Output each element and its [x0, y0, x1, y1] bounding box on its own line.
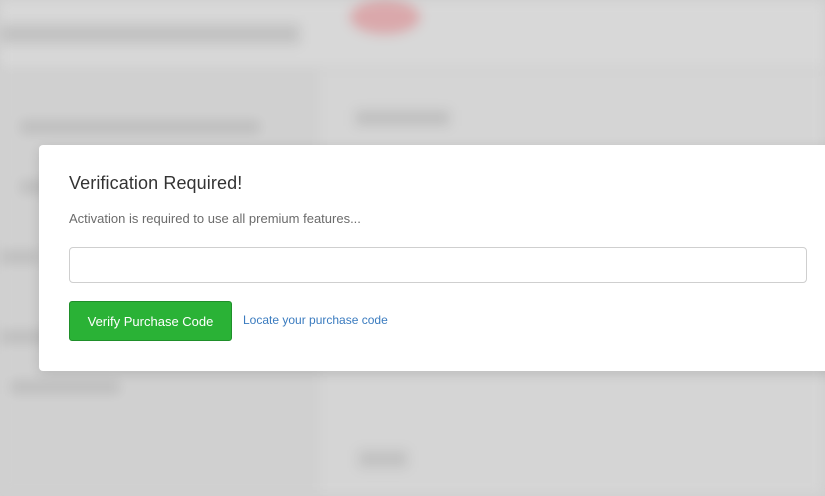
purchase-code-input[interactable]	[69, 247, 807, 283]
verify-purchase-code-button[interactable]: Verify Purchase Code	[69, 301, 232, 341]
dialog-title: Verification Required!	[69, 173, 243, 193]
locate-purchase-code-link[interactable]: Locate your purchase code	[243, 313, 388, 327]
dialog-description: Activation is required to use all premiu…	[69, 211, 361, 226]
verification-dialog: Verification Required! Activation is req…	[39, 145, 825, 371]
